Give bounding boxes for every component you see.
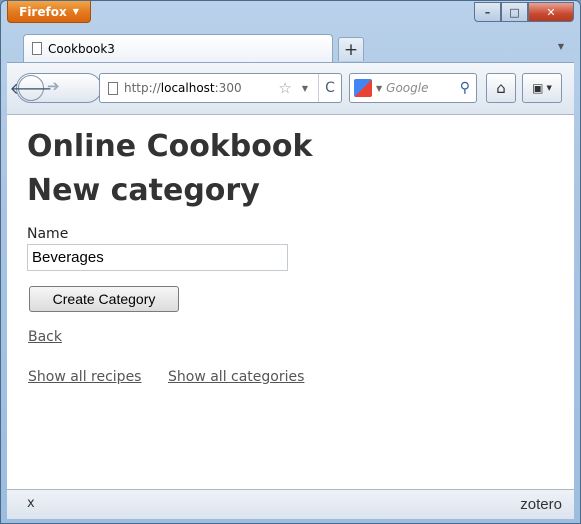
back-forward-group: 🡐 ➔ — [10, 73, 102, 103]
new-tab-button[interactable]: + — [338, 37, 364, 61]
zotero-button[interactable]: zotero — [520, 496, 562, 513]
firefox-menu-button[interactable]: Firefox ▼ — [7, 1, 91, 23]
back-link[interactable]: Back — [28, 329, 62, 345]
plus-icon: + — [343, 39, 359, 60]
name-label: Name — [27, 226, 69, 242]
minimize-button[interactable]: – — [474, 2, 501, 22]
page-icon — [108, 81, 118, 95]
navigation-toolbar: 🡐 ➔ http://localhost:300 ☆ ▼ C ▼ Google … — [7, 62, 574, 114]
tab-list-dropdown-icon[interactable]: ▼ — [558, 42, 564, 51]
window-controls: – □ ✕ — [474, 2, 574, 22]
history-dropdown-icon[interactable]: ▼ — [298, 84, 312, 93]
chevron-down-icon: ▼ — [546, 84, 552, 92]
browser-window: Firefox ▼ – □ ✕ Cookbook3 + ▼ 🡐 ➔ http:/… — [0, 0, 581, 524]
status-bar: x zotero — [7, 489, 574, 519]
home-button[interactable]: ⌂ — [486, 73, 516, 103]
bookmarks-button[interactable]: ▣ ▼ — [522, 73, 562, 103]
bookmarks-icon: ▣ — [532, 81, 544, 95]
create-category-button[interactable]: Create Category — [29, 286, 179, 312]
chevron-down-icon: ▼ — [72, 7, 79, 16]
search-placeholder: Google — [386, 81, 429, 95]
search-bar[interactable]: ▼ Google ⚲ — [349, 73, 477, 103]
reload-button[interactable]: C — [318, 74, 341, 102]
back-button[interactable]: 🡐 — [10, 75, 52, 101]
show-all-categories-link[interactable]: Show all categories — [168, 369, 304, 385]
address-bar[interactable]: http://localhost:300 ☆ ▼ C — [99, 73, 342, 103]
maximize-button[interactable]: □ — [501, 2, 528, 22]
bookmark-star-icon[interactable]: ☆ — [278, 79, 291, 97]
home-icon: ⌂ — [496, 79, 506, 97]
url-text: http://localhost:300 — [124, 81, 242, 95]
search-engine-dropdown-icon[interactable]: ▼ — [376, 84, 382, 93]
page-content: Online Cookbook New category Name Create… — [7, 114, 574, 489]
firefox-menu-label: Firefox — [19, 4, 67, 19]
page-title: New category — [27, 173, 260, 208]
close-window-button[interactable]: ✕ — [528, 2, 574, 22]
page-icon — [32, 42, 42, 55]
tab-cookbook3[interactable]: Cookbook3 — [23, 34, 333, 62]
site-title: Online Cookbook — [27, 129, 313, 164]
show-all-recipes-link[interactable]: Show all recipes — [28, 369, 141, 385]
close-icon[interactable]: x — [27, 496, 35, 511]
google-icon[interactable] — [354, 79, 372, 97]
name-input[interactable] — [27, 244, 288, 271]
tab-title: Cookbook3 — [48, 41, 115, 56]
search-icon[interactable]: ⚲ — [460, 80, 470, 96]
forward-button[interactable]: ➔ — [47, 77, 60, 95]
